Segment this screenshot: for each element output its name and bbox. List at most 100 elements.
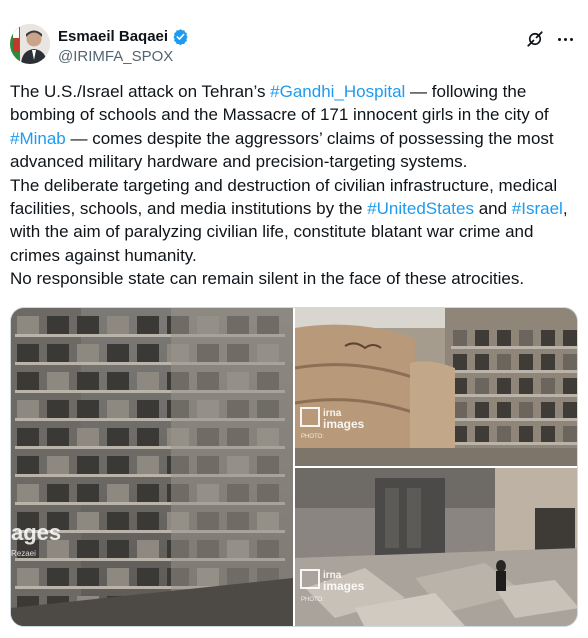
window-pane	[107, 372, 129, 390]
avatar[interactable]	[10, 24, 50, 64]
floor-slab	[473, 394, 495, 397]
window-pane	[519, 378, 533, 394]
window-pane	[77, 540, 99, 558]
window-pane	[77, 568, 99, 586]
floor-slab	[75, 390, 105, 393]
photo-rubble-street[interactable]: irna images PHOTO:	[295, 468, 577, 626]
window-pane	[77, 400, 99, 418]
floor-slab	[75, 502, 105, 505]
floor-slab	[105, 362, 135, 365]
window-pane	[497, 330, 511, 346]
floor-slab	[105, 418, 135, 421]
floor-slab	[45, 390, 75, 393]
text-span: — comes despite the aggressors’ claims o…	[10, 128, 554, 172]
window-pane	[475, 426, 489, 442]
hashtag-israel[interactable]: #Israel	[512, 199, 563, 218]
author-display-name[interactable]: Esmaeil Baqaei	[58, 28, 168, 45]
window-pane	[137, 428, 159, 446]
tweet-paragraph-1: The U.S./Israel attack on Tehran’s #Gand…	[10, 80, 578, 174]
window-pane	[107, 400, 129, 418]
floor-slab	[135, 558, 165, 561]
hashtag-united-states[interactable]: #UnitedStates	[367, 199, 474, 218]
floor-slab	[105, 558, 135, 561]
window-pane	[107, 428, 129, 446]
window-pane	[107, 512, 129, 530]
floor-slab	[561, 370, 577, 373]
floor-slab	[105, 390, 135, 393]
window-pane	[77, 484, 99, 502]
floor-slab	[135, 334, 165, 337]
floor-slab	[561, 442, 577, 445]
photo-hospital-entrance[interactable]: irna images PHOTO:	[295, 308, 577, 466]
floor-slab	[561, 394, 577, 397]
hashtag-minab[interactable]: #Minab	[10, 129, 66, 148]
floor-slab	[15, 446, 45, 449]
text-span: and	[473, 199, 512, 219]
window-pane	[563, 354, 577, 370]
floor-slab	[495, 442, 517, 445]
floor-slab	[539, 370, 561, 373]
floor-slab	[15, 586, 45, 589]
floor-slab	[473, 442, 495, 445]
floor-slab	[561, 418, 577, 421]
photo-damaged-facade[interactable]: ages Rezaei	[11, 308, 293, 626]
grok-icon[interactable]	[526, 30, 544, 48]
hashtag-gandhi-hospital[interactable]: #Gandhi_Hospital	[270, 82, 405, 101]
floor-slab	[539, 346, 561, 349]
floor-slab	[15, 334, 45, 337]
floor-slab	[75, 586, 105, 589]
floor-slab	[45, 362, 75, 365]
floor-slab	[15, 390, 45, 393]
window-pane	[475, 378, 489, 394]
floor-slab	[75, 446, 105, 449]
tweet-text: The U.S./Israel attack on Tehran’s #Gand…	[10, 80, 578, 291]
window-pane	[47, 456, 69, 474]
floor-slab	[517, 418, 539, 421]
floor-slab	[135, 446, 165, 449]
window-pane	[47, 316, 69, 334]
window-pane	[47, 428, 69, 446]
floor-slab	[15, 418, 45, 421]
window-pane	[453, 330, 467, 346]
window-pane	[107, 484, 129, 502]
floor-slab	[451, 346, 473, 349]
window-pane	[17, 428, 39, 446]
floor-slab	[473, 346, 495, 349]
author-handle[interactable]: @IRIMFA_SPOX	[58, 47, 189, 67]
floor-slab	[75, 334, 105, 337]
window-pane	[541, 378, 555, 394]
floor-slab	[105, 586, 135, 589]
watermark-text: ages	[11, 520, 61, 545]
floor-slab	[517, 394, 539, 397]
floor-slab	[105, 474, 135, 477]
floor-slab	[539, 394, 561, 397]
window-pane	[17, 400, 39, 418]
tweet-card[interactable]: Esmaeil Baqaei @IRIMFA_SPOX The U.S./Isr…	[0, 0, 588, 638]
floor-slab	[105, 502, 135, 505]
window-pane	[137, 400, 159, 418]
floor-slab	[495, 394, 517, 397]
window-pane	[77, 512, 99, 530]
watermark-credit: Rezaei	[11, 549, 36, 558]
floor-slab	[75, 418, 105, 421]
window-pane	[519, 354, 533, 370]
window-pane	[475, 402, 489, 418]
floor-slab	[495, 370, 517, 373]
floor-slab	[45, 446, 75, 449]
window-pane	[77, 344, 99, 362]
window-pane	[519, 402, 533, 418]
window-pane	[541, 402, 555, 418]
floor-slab	[45, 586, 75, 589]
floor-slab	[135, 362, 165, 365]
more-options-icon[interactable]	[554, 28, 576, 50]
window-pane	[17, 344, 39, 362]
window-pane	[77, 428, 99, 446]
window-pane	[541, 354, 555, 370]
floor-slab	[105, 530, 135, 533]
window-pane	[17, 568, 39, 586]
media-grid: ages Rezaei irna images PHOTO: irna imag…	[10, 307, 578, 627]
floor-slab	[135, 418, 165, 421]
floor-slab	[15, 362, 45, 365]
window-pane	[497, 378, 511, 394]
floor-slab	[45, 474, 75, 477]
